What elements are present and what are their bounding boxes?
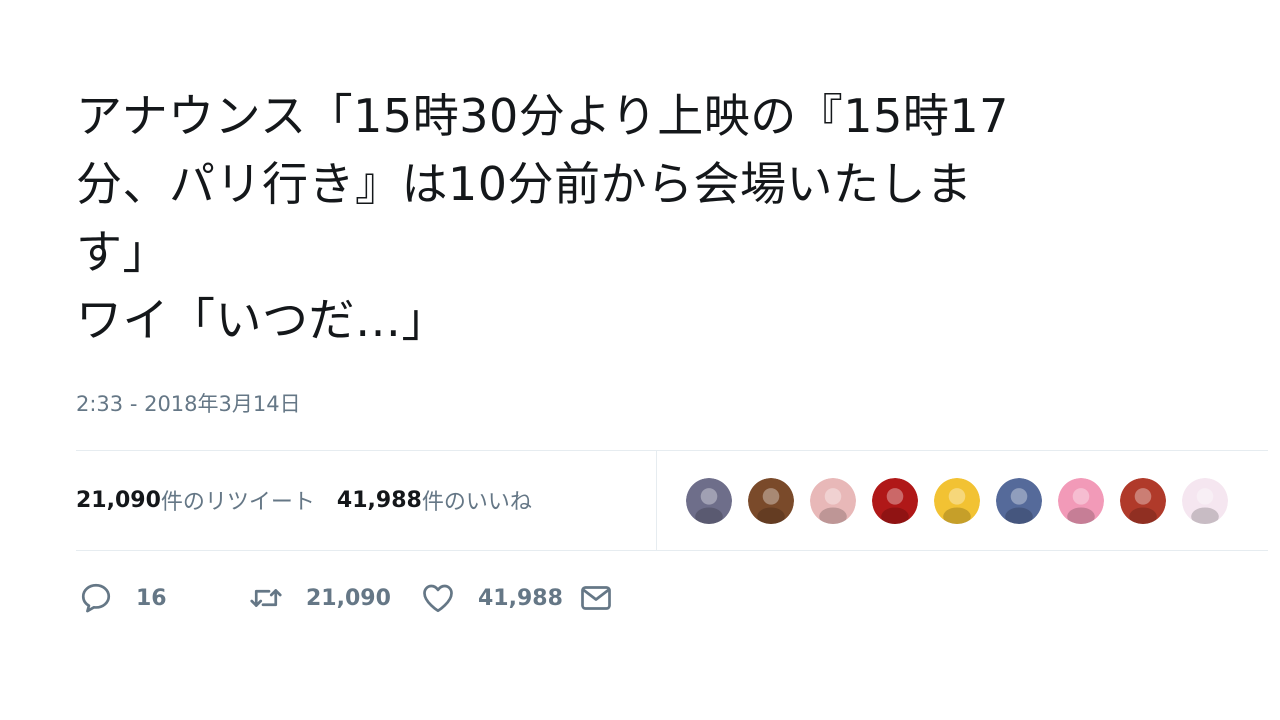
tweet-stats: 21,090 件のリツイート 41,988 件のいいね xyxy=(76,482,554,518)
avatar-image xyxy=(1182,478,1228,524)
avatar-image xyxy=(748,478,794,524)
tweet-actions: 16 21,090 41,988 xyxy=(78,578,614,618)
tweet-text-line: ワイ「いつだ…」 xyxy=(76,293,448,347)
avatar-image xyxy=(872,478,918,524)
reply-icon xyxy=(81,583,111,613)
likes-count: 41,988 xyxy=(336,487,422,513)
retweets-stat[interactable]: 21,090 件のリツイート xyxy=(76,484,315,516)
avatar-image xyxy=(996,478,1042,524)
reply-button[interactable]: 16 xyxy=(78,580,248,616)
retweets-count: 21,090 xyxy=(76,487,161,513)
avatar-image xyxy=(686,478,732,524)
likes-stat[interactable]: 41,988 件のいいね xyxy=(337,484,532,516)
tweet-timestamp[interactable]: 2:33 - 2018年3月14日 xyxy=(76,388,301,418)
retweets-label: 件のリツイート xyxy=(160,490,315,515)
avatar-image xyxy=(810,478,856,524)
heart-icon xyxy=(423,584,453,613)
likes-label: 件のいいね xyxy=(421,490,532,515)
liker-avatar[interactable] xyxy=(684,476,734,526)
tweet-text-line: 分、パリ行き』は10分前から会場いたしま xyxy=(76,157,973,211)
direct-message-button[interactable] xyxy=(578,580,614,616)
retweet-icon xyxy=(250,589,282,607)
divider xyxy=(76,450,1268,451)
liker-avatar[interactable] xyxy=(808,476,858,526)
divider xyxy=(76,550,1268,551)
avatar-image xyxy=(1058,478,1104,524)
tweet-text-line: す」 xyxy=(76,225,169,279)
liker-avatar[interactable] xyxy=(932,476,982,526)
retweet-count: 21,090 xyxy=(306,585,391,611)
avatar-image xyxy=(934,478,980,524)
tweet-text-line: アナウンス「15時30分より上映の『15時17 xyxy=(76,89,1009,143)
liker-avatar[interactable] xyxy=(994,476,1044,526)
like-button[interactable]: 41,988 xyxy=(420,580,578,616)
stats-divider xyxy=(656,451,657,550)
retweet-button[interactable]: 21,090 xyxy=(248,580,420,616)
tweet-text: アナウンス「15時30分より上映の『15時17 分、パリ行き』は10分前から会場… xyxy=(76,82,1236,354)
reply-count: 16 xyxy=(136,585,167,611)
liker-avatar[interactable] xyxy=(746,476,796,526)
avatar-image xyxy=(1120,478,1166,524)
liker-avatar[interactable] xyxy=(1056,476,1106,526)
liker-avatar[interactable] xyxy=(870,476,920,526)
envelope-icon xyxy=(581,586,611,610)
liker-avatar[interactable] xyxy=(1118,476,1168,526)
like-count: 41,988 xyxy=(478,585,563,611)
liker-avatar[interactable] xyxy=(1180,476,1230,526)
liker-avatars xyxy=(684,474,1242,528)
